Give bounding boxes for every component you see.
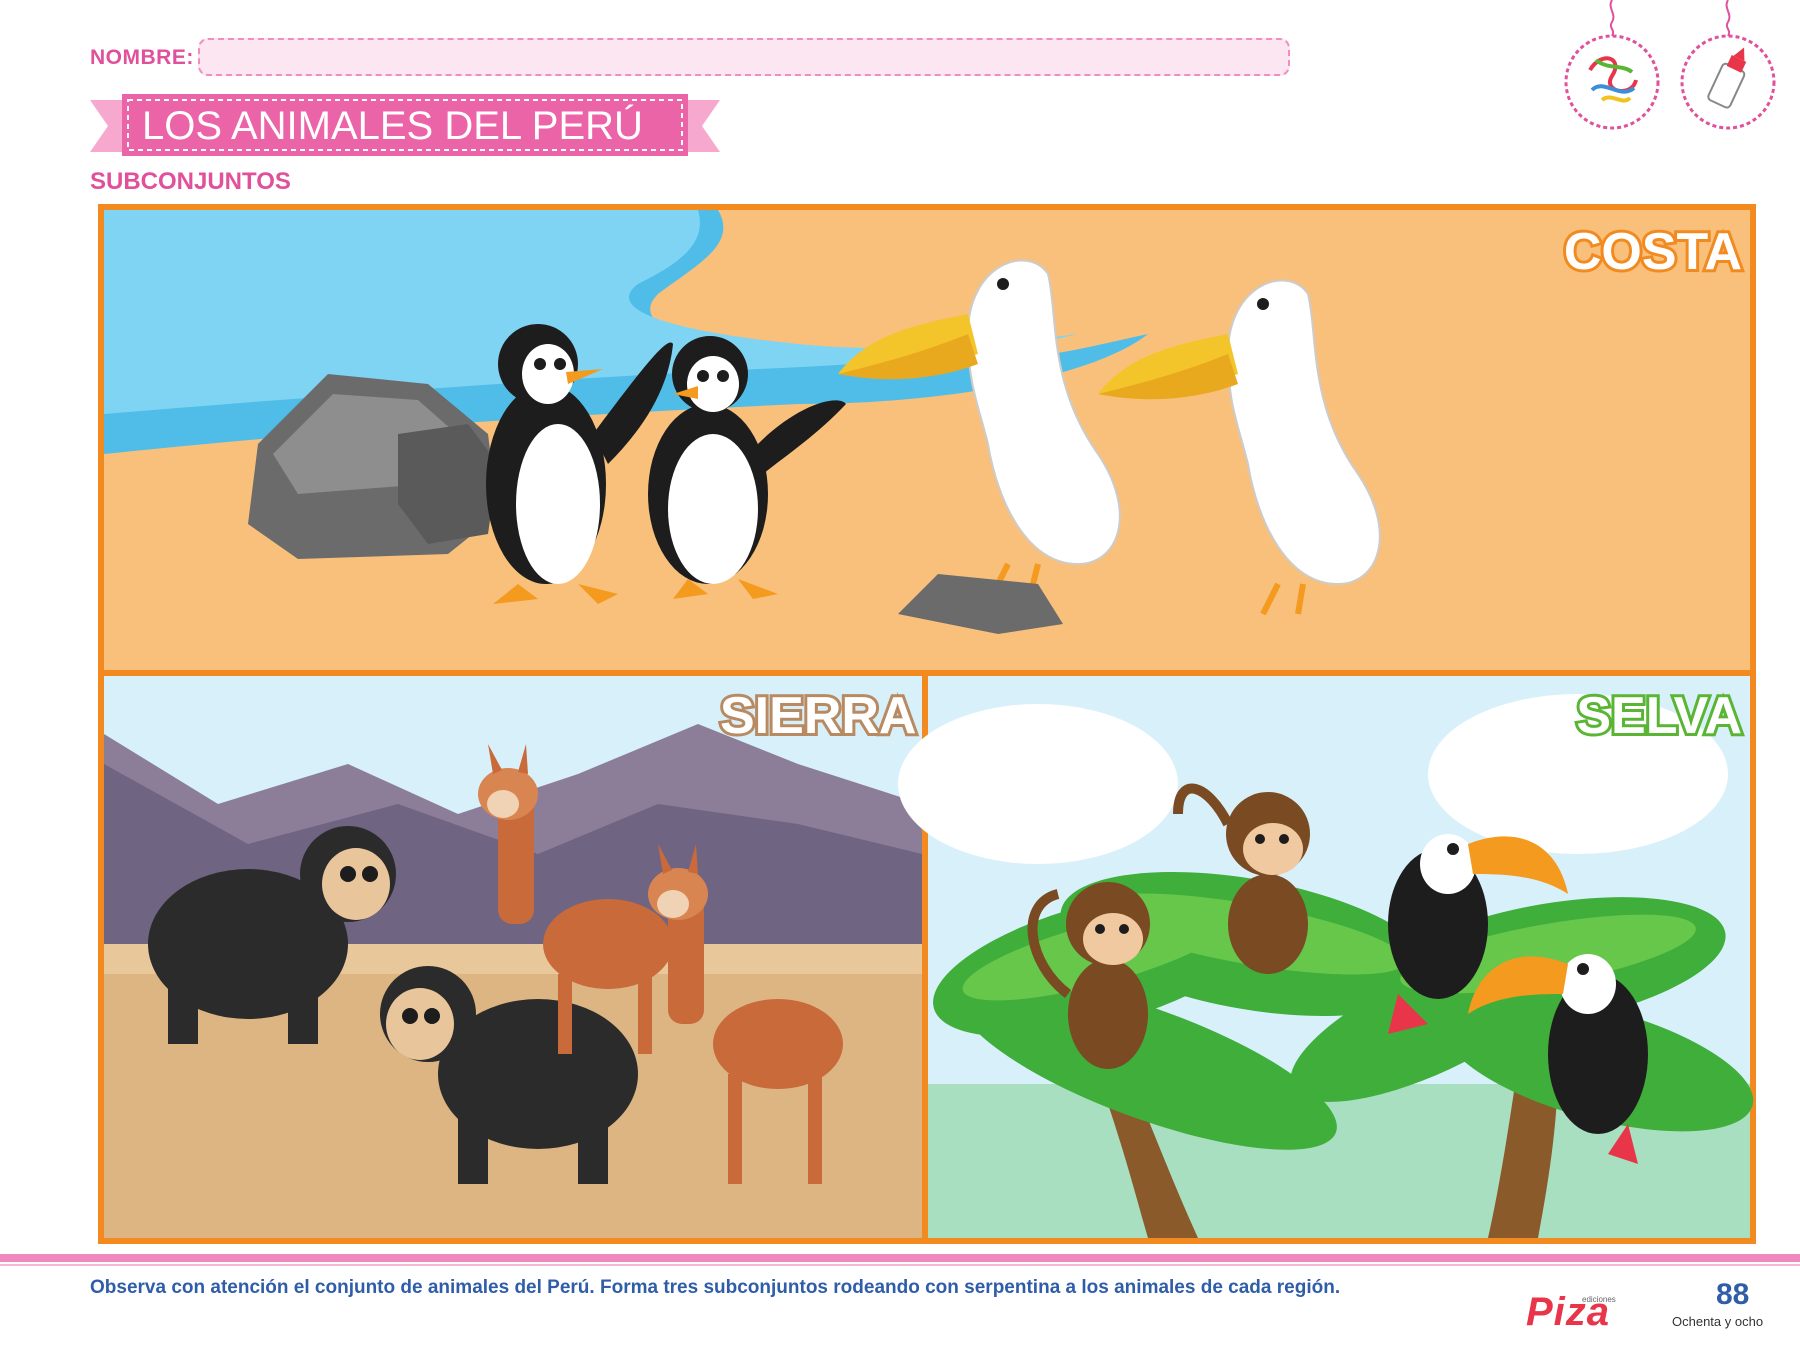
page-title: LOS ANIMALES DEL PERÚ [142, 104, 643, 148]
goma-icon [1680, 0, 1776, 130]
sierra-panel [104, 676, 922, 1238]
region-label-sierra: SIERRA [717, 684, 919, 748]
subtitle: SUBCONJUNTOS [90, 168, 291, 195]
brand-logo: Piza [1526, 1290, 1611, 1334]
footer-divider-thin [0, 1264, 1800, 1266]
nombre-field[interactable] [198, 38, 1290, 76]
selva-panel [898, 676, 1754, 1238]
instruction-text: Observa con atención el conjunto de anim… [90, 1277, 1341, 1298]
animals-illustration [98, 204, 1756, 1244]
costa-panel [104, 210, 1750, 670]
nombre-label: NOMBRE: [90, 46, 194, 69]
page-number: 88 [1716, 1278, 1750, 1311]
page-number-words: Ochenta y ocho [1672, 1314, 1764, 1329]
serpentina-icon [1564, 0, 1660, 130]
region-label-costa: COSTA [1561, 220, 1745, 284]
region-label-selva: SELVA [1573, 684, 1745, 748]
footer-divider [0, 1254, 1800, 1262]
